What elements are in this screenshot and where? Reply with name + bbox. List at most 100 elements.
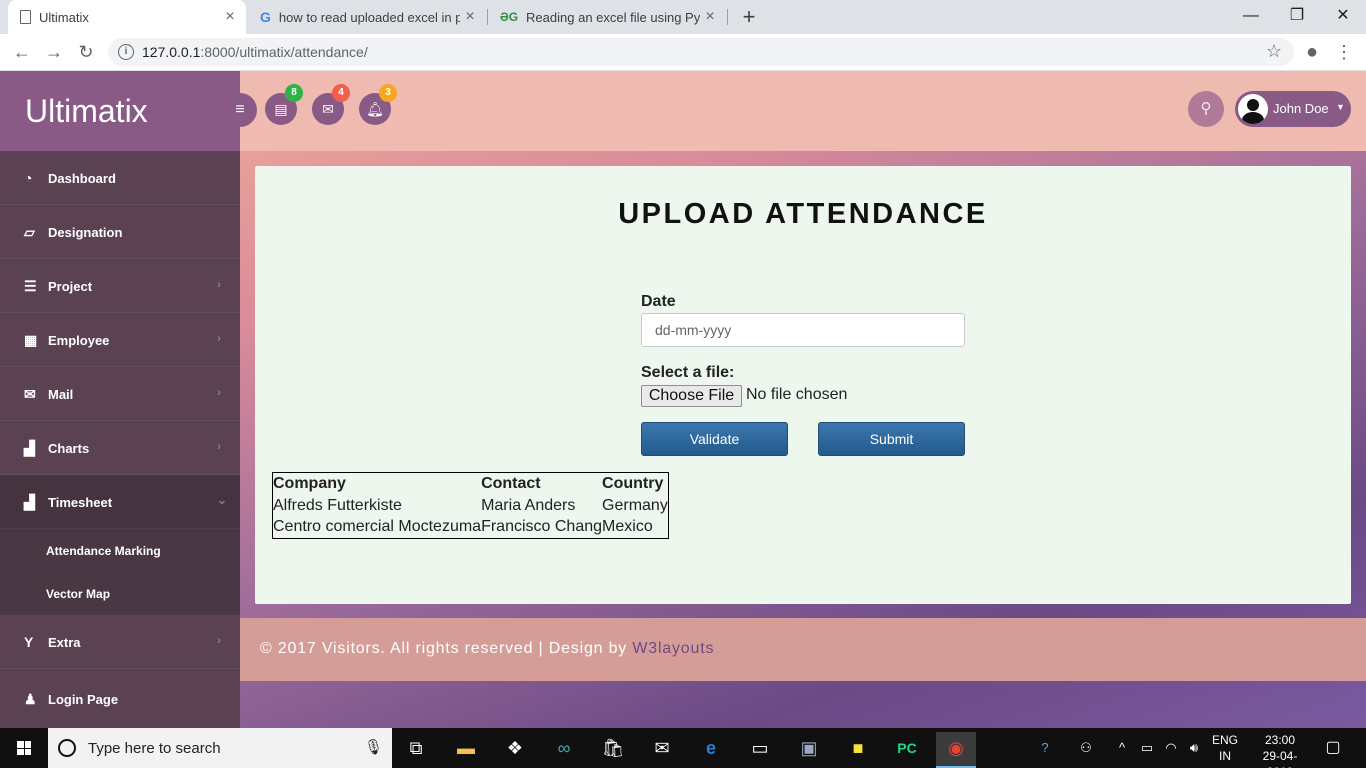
restore-button[interactable]: ❐ [1274,0,1320,34]
bar-chart-icon: ▟ [24,494,35,510]
chevron-right-icon: › [217,439,221,453]
microphone-icon[interactable]: 🎙︎ [364,738,383,756]
tab-google-search[interactable]: G how to read uploaded excel in py × [248,0,486,34]
chevron-right-icon: › [217,385,221,399]
browser-toolbar: ← → ↻ i 127.0.0.1:8000/ultimatix/attenda… [0,34,1366,71]
notifications-button[interactable]: 🔔︎ 3 [359,84,397,125]
choose-file-button[interactable]: Choose File [641,385,742,407]
brand-title[interactable]: Ultimatix [25,93,148,130]
table-cell: Germany [602,496,668,514]
file-explorer-icon[interactable]: ▬ [446,732,486,768]
clock-time: 23:00 [1264,733,1296,747]
page-title: UPLOAD ATTENDANCE [618,198,988,230]
google-icon: G [260,9,271,25]
sidebar-item-employee[interactable]: ▦ Employee › [0,313,240,367]
sidebar-item-dashboard[interactable]: ◔ Dashboard [0,151,240,205]
tab-title: Ultimatix [39,9,89,25]
forward-arrow-icon[interactable]: → [41,39,67,65]
notifications-badge: 3 [379,84,397,102]
search-button[interactable]: ⚲ [1188,91,1224,127]
page-icon [20,10,31,24]
sticky-notes-icon[interactable]: ■ [838,732,878,768]
bookmark-star-icon[interactable]: ☆ [1266,41,1282,62]
copyright-text: © 2017 Visitors. All rights reserved | D… [260,640,633,657]
sidebar-item-label: Extra [48,635,81,650]
sidebar-item-charts[interactable]: ▟ Charts › [0,421,240,475]
grid-icon: ▦ [24,332,38,348]
sidebar-subitem-label: Vector Map [46,587,111,601]
table-row: Alfreds Futterkiste Maria Anders Germany [273,495,669,517]
url-path: :8000/ultimatix/attendance/ [200,44,368,60]
mail-app-icon[interactable]: ✉ [642,732,682,768]
url-host: 127.0.0.1 [142,44,201,60]
system-clock[interactable]: 23:00 29-04-2019 [1250,732,1310,768]
task-view-icon[interactable]: ⧉ [396,732,436,768]
clock-date: 29-04-2019 [1262,749,1298,768]
sidebar-item-login-page[interactable]: ♟ Login Page [0,672,240,726]
filter-icon: Y [24,634,34,650]
edge-icon[interactable]: e [691,732,731,768]
chevron-right-icon: › [217,633,221,647]
table-cell: Mexico [602,518,653,536]
start-button[interactable] [0,728,48,768]
date-field[interactable] [641,313,965,347]
footer-link[interactable]: W3layouts [632,640,714,657]
submit-button[interactable]: Submit [818,422,965,456]
volume-icon[interactable]: 🔊︎ [1183,728,1205,768]
messages-button[interactable]: ✉ 4 [312,84,350,125]
sidebar-item-label: Designation [48,225,123,240]
geeksforgeeks-icon: ƏG [500,10,519,24]
envelope-icon: ✉ [24,386,36,402]
table-cell: Francisco Chang [481,518,603,536]
brand-header: Ultimatix [0,71,240,151]
file-status: No file chosen [746,386,848,403]
tasks-button[interactable]: ▤ 8 [265,84,303,125]
table-cell: Maria Anders [481,496,576,514]
sidebar-item-extra[interactable]: Y Extra › [0,615,240,669]
sidebar: Ultimatix ◔ Dashboard ▱ Designation ☰ Pr… [0,71,240,728]
info-icon[interactable]: i [118,44,134,60]
photos-icon[interactable]: ▭ [740,732,780,768]
region-code: IN [1219,749,1231,763]
people-icon[interactable]: ⚇ [1074,728,1098,768]
reload-icon[interactable]: ↻ [73,39,99,65]
pycharm-icon[interactable]: PC [887,732,927,768]
sidebar-item-mail[interactable]: ✉ Mail › [0,367,240,421]
taskbar-search[interactable]: Type here to search 🎙︎ [48,728,392,768]
search-icon: ⚲ [1200,100,1212,117]
tab-close-icon[interactable]: × [460,8,480,26]
bar-chart-icon: ▟ [24,440,35,456]
sidebar-item-project[interactable]: ☰ Project › [0,259,240,313]
tab-close-icon[interactable]: × [220,8,240,26]
chevron-down-icon: ⌄ [217,493,228,507]
sidebar-item-timesheet[interactable]: ▟ Timesheet ⌄ [0,475,240,529]
store-icon[interactable]: 🛍︎ [593,732,633,768]
chrome-icon[interactable]: ◉ [936,732,976,768]
back-arrow-icon[interactable]: ← [9,39,35,65]
language-indicator[interactable]: ENG IN [1208,732,1242,764]
wifi-icon[interactable]: ◠ [1160,728,1182,768]
tab-geeksforgeeks[interactable]: ƏG Reading an excel file using Pytho × [488,0,726,34]
hamburger-menu-icon[interactable]: ≡ [223,93,257,127]
action-center-icon[interactable]: ▢ [1320,728,1346,768]
sidebar-item-designation[interactable]: ▱ Designation [0,205,240,259]
tab-ultimatix[interactable]: Ultimatix × [8,0,246,34]
dropbox-icon[interactable]: ❖ [495,732,535,768]
new-tab-button[interactable]: + [737,4,761,30]
sidebar-subitem-vector-map[interactable]: Vector Map [0,572,240,615]
minimize-button[interactable]: — [1228,0,1274,34]
validate-button[interactable]: Validate [641,422,788,456]
help-icon[interactable]: ? [1032,728,1058,768]
tab-close-icon[interactable]: × [700,8,720,26]
user-menu-button[interactable]: John Doe ▼ [1235,91,1351,127]
address-bar[interactable]: i 127.0.0.1:8000/ultimatix/attendance/ ☆ [108,38,1294,66]
close-window-button[interactable]: ✕ [1320,0,1366,34]
account-icon[interactable]: ● [1299,39,1325,65]
arduino-icon[interactable]: ∞ [544,732,584,768]
sql-icon[interactable]: ▣ [789,732,829,768]
menu-dots-icon[interactable]: ⋮ [1331,39,1357,65]
battery-icon[interactable]: ▭ [1136,728,1158,768]
sidebar-subitem-attendance-marking[interactable]: Attendance Marking [0,529,240,572]
chevron-up-icon[interactable]: ^ [1112,728,1132,768]
date-label: Date [641,293,676,310]
